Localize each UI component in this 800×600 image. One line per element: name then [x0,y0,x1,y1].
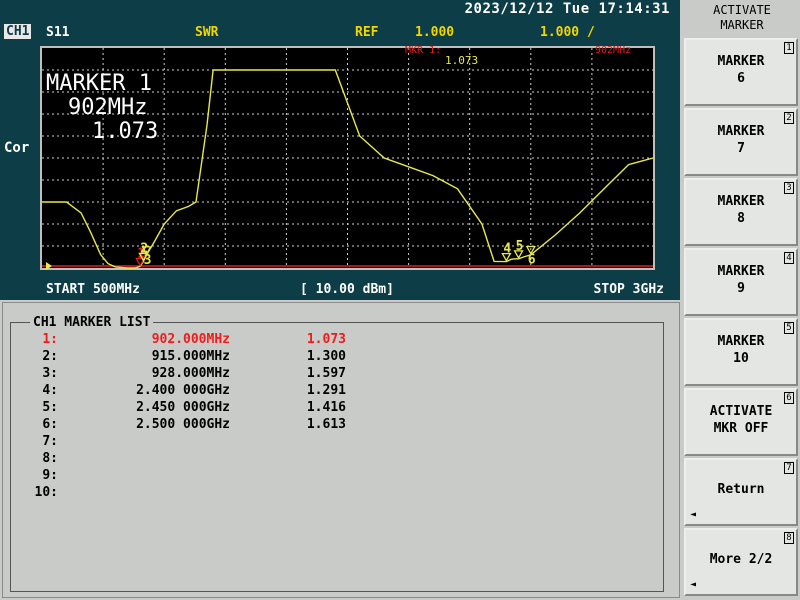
marker-list-value: 1.291 [306,383,346,398]
marker-list-title: CH1 MARKER LIST [30,315,154,330]
marker-list-number: 2: [42,349,58,364]
marker-list-value: 1.416 [306,400,346,415]
marker-number: 4 [503,242,511,257]
marker-list-number: 7: [42,434,58,449]
softkey-1[interactable]: 1 MARKER 6 [684,38,798,106]
softkey-number: 8 [784,532,794,544]
softkey-label: More 2/2 [709,552,773,567]
marker-list-frequency: 915.000MHz [151,349,230,364]
marker-number: 6 [528,253,536,268]
softkey-label: MARKER [717,264,765,279]
softkey-number: 3 [784,182,794,194]
softkey-label-line2: 9 [737,281,745,296]
softkey-label: MARKER [717,124,765,139]
softkey-number: 5 [784,322,794,334]
softkey-label-line2: 7 [737,141,745,156]
softkey-label-line2: 6 [737,71,745,86]
marker-readout-frequency: 902MHz [68,95,147,120]
mkr-readout-value: 1.073 [445,54,478,67]
sweep-footer: START 500MHz [ 10.00 dBm] STOP 3GHz [0,280,680,300]
marker-list-frequency: 902.000MHz [151,332,230,347]
marker-list-value: 1.613 [306,417,346,432]
softkey-number: 4 [784,252,794,264]
marker-list-frequency: 928.000MHz [151,366,230,381]
softkey-number: 1 [784,42,794,54]
softkey-menu-title: ACTIVATE MARKER [684,0,800,36]
start-frequency: START 500MHz [46,282,140,297]
marker-list-value: 1.073 [306,332,346,347]
softkey-label: ACTIVATE [709,404,773,419]
softkey-label-line2: 10 [733,351,749,366]
stop-frequency: STOP 3GHz [593,282,664,297]
source-power: [ 10.00 dBm] [300,282,394,297]
softkey-label: Return [717,482,765,497]
marker-list-frequency: 2.500 000GHz [136,417,230,432]
softkey-8[interactable]: 8 More 2/2 ◄ [684,528,798,596]
reference-pointer [46,262,52,270]
left-arrow-icon: ◄ [690,579,697,590]
marker-list-number: 3: [42,366,58,381]
softkey-3[interactable]: 3 MARKER 8 [684,178,798,246]
marker-list-number: 4: [42,383,58,398]
softkey-label-line2: MKR OFF [713,421,769,436]
softkey-number: 6 [784,392,794,404]
trace-plot: 1234 56MARKER 1902MHz1.073MKR 1:1.073902M… [42,45,654,270]
softkey-5[interactable]: 5 MARKER 10 [684,318,798,386]
marker-list-number: 10: [34,485,58,500]
softkey-label: MARKER [717,194,765,209]
softkey-title-line2: MARKER [720,18,764,32]
marker-list-frequency: 2.400 000GHz [136,383,230,398]
marker-number: 5 [516,239,524,254]
softkey-4[interactable]: 4 MARKER 9 [684,248,798,316]
softkey-label: MARKER [717,334,765,349]
marker-list-number: 5: [42,400,58,415]
softkey-2[interactable]: 2 MARKER 7 [684,108,798,176]
marker-list-value: 1.300 [306,349,346,364]
softkey-label-line2: 8 [737,211,745,226]
marker-list-frequency: 2.450 000GHz [136,400,230,415]
softkey-title-line1: ACTIVATE [713,3,771,17]
marker-list-value: 1.597 [306,366,346,381]
softkey-label: MARKER [717,54,765,69]
mkr-readout-frequency: 902MHz [595,45,631,56]
softkey-6[interactable]: 6 ACTIVATE MKR OFF [684,388,798,456]
mkr-readout-label: MKR 1: [405,45,441,56]
marker-list-number: 1: [42,332,58,347]
marker-number: 3 [144,253,152,268]
softkey-number: 7 [784,462,794,474]
marker-list-number: 9: [42,468,58,483]
marker-readout-value: 1.073 [92,119,158,144]
marker-list-number: 6: [42,417,58,432]
marker-list-number: 8: [42,451,58,466]
softkey-number: 2 [784,112,794,124]
softkey-7[interactable]: 7 Return ◄ [684,458,798,526]
marker-readout-title: MARKER 1 [46,71,152,96]
left-arrow-icon: ◄ [690,509,697,520]
